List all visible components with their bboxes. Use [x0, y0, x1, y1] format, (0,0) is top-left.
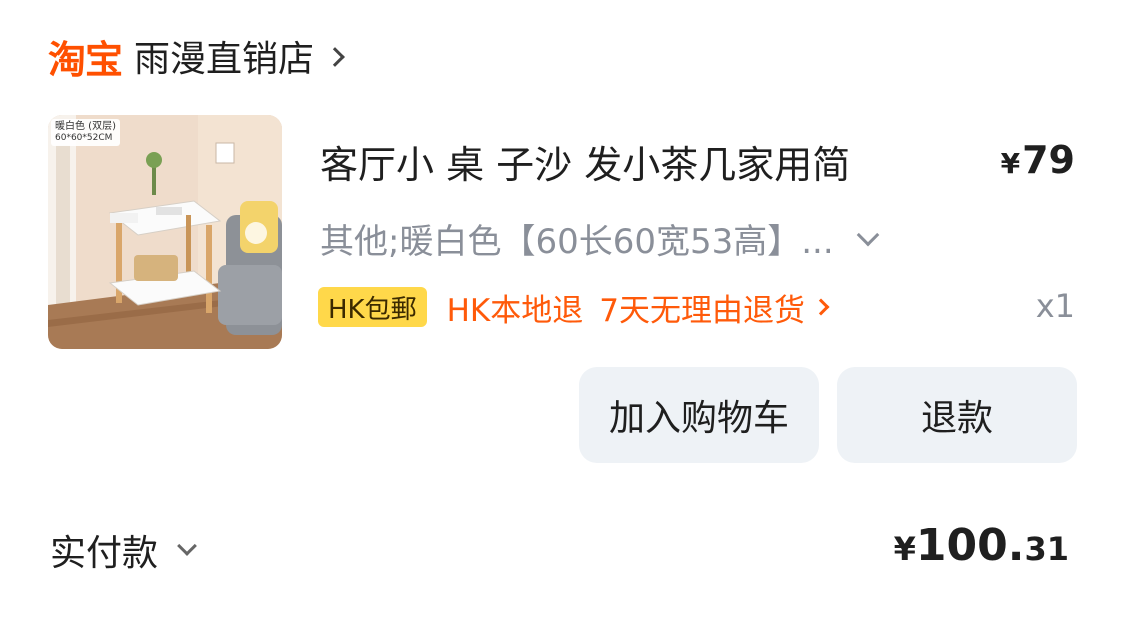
product-image[interactable]: 暖白色 (双层) 60*60*52CM: [48, 115, 282, 349]
shop-name[interactable]: 雨漫直销店: [134, 30, 314, 82]
product-photo-illustration: [48, 115, 282, 349]
local-return-text: HK本地退: [446, 292, 584, 329]
shop-header[interactable]: 淘宝 雨漫直销店: [48, 28, 345, 84]
image-spec-tag: 暖白色 (双层) 60*60*52CM: [51, 119, 120, 146]
taobao-logo: 淘宝: [48, 37, 123, 82]
total-amount: ¥100.31: [894, 520, 1069, 571]
service-tags: HK包郵 HK本地退 7天无理由退货: [318, 285, 830, 330]
chevron-right-icon: [812, 298, 830, 316]
chevron-down-icon: [177, 536, 197, 556]
chevron-right-icon[interactable]: [325, 47, 345, 67]
total-decimal: 31: [1024, 530, 1069, 568]
return-policy-link[interactable]: HK本地退 7天无理由退货: [446, 285, 830, 330]
sku-text: 其他;暖白色【60长60宽53高】...: [320, 222, 834, 262]
price-currency: ¥: [1000, 147, 1021, 180]
chevron-down-icon[interactable]: [856, 223, 879, 246]
total-currency: ¥: [893, 530, 916, 568]
sku-selector[interactable]: 其他;暖白色【60长60宽53高】...: [320, 214, 879, 263]
product-price: ¥79: [1001, 138, 1075, 182]
image-color-label: 暖白色 (双层): [55, 121, 116, 132]
add-to-cart-button[interactable]: 加入购物车: [579, 367, 819, 463]
paid-amount-toggle[interactable]: 实付款: [50, 524, 197, 576]
product-title[interactable]: 客厅小 桌 子沙 发小茶几家用简: [320, 134, 850, 189]
image-size-label: 60*60*52CM: [55, 133, 113, 143]
quantity: x1: [1035, 287, 1075, 325]
refund-button[interactable]: 退款: [837, 367, 1077, 463]
total-integer: 100.: [915, 520, 1025, 571]
paid-label: 实付款: [50, 533, 159, 574]
no-reason-return-text: 7天无理由退货: [599, 292, 805, 329]
price-value: 79: [1022, 138, 1075, 182]
order-item-card: 淘宝 雨漫直销店 暖白色 (双层) 60*60*52CM 客厅小 桌 子沙 发小…: [0, 0, 1125, 621]
hk-shipping-badge: HK包郵: [318, 287, 427, 327]
